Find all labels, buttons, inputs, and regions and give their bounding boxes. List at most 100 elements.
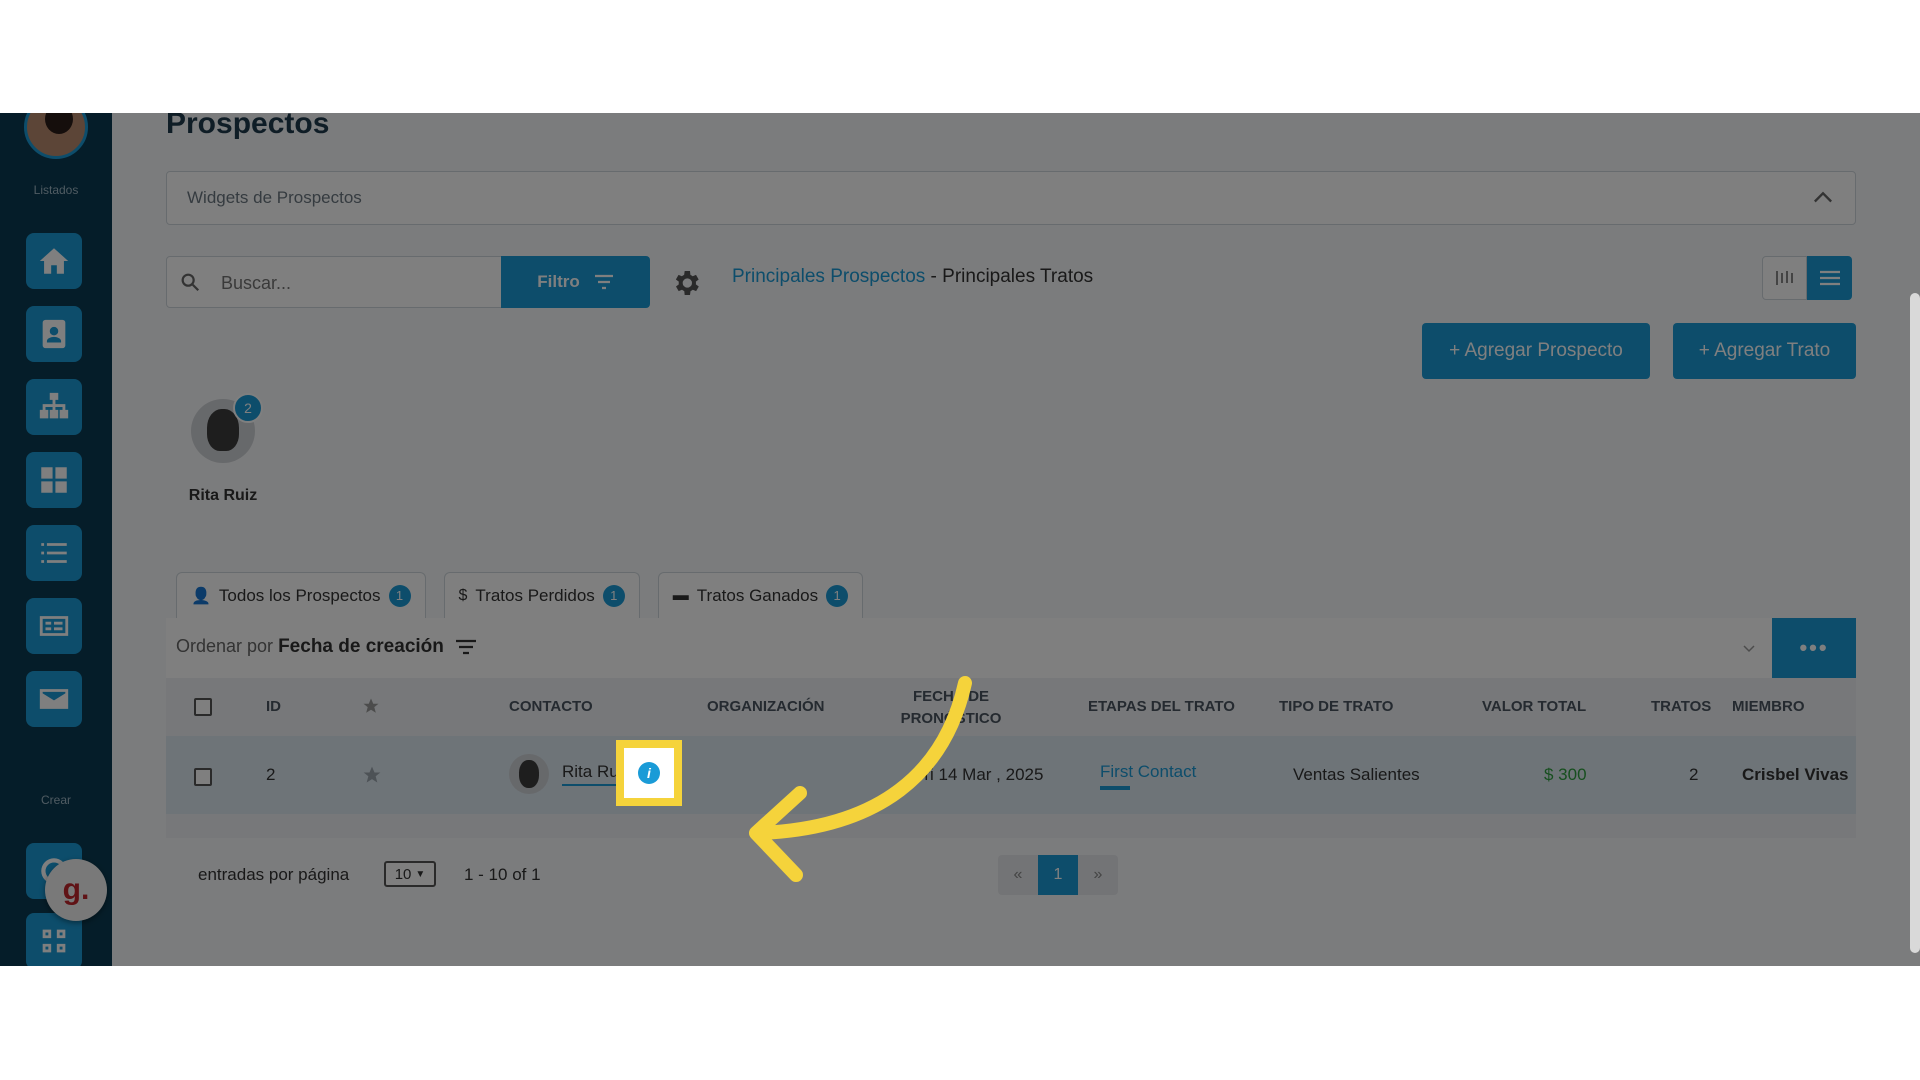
header-deal-stage: ETAPAS DEL TRATO bbox=[1088, 698, 1235, 715]
gear-icon[interactable] bbox=[670, 267, 702, 299]
app-frame: Listados Crear g. Prospectos Widgets de … bbox=[0, 113, 1920, 966]
header-id: ID bbox=[266, 698, 281, 715]
filter-label: Filtro bbox=[537, 272, 580, 291]
add-prospect-button[interactable]: + Agregar Prospecto bbox=[1422, 323, 1650, 379]
row-deals-count: 2 bbox=[1689, 765, 1699, 784]
header-deal-type: TIPO DE TRATO bbox=[1279, 698, 1394, 715]
tab-label: Tratos Ganados bbox=[696, 585, 819, 605]
sort-control[interactable]: Ordenar por Fecha de creación bbox=[176, 636, 477, 658]
sidebar-mail-button[interactable] bbox=[26, 671, 82, 727]
header-total-value: VALOR TOTAL bbox=[1482, 698, 1587, 715]
row-checkbox[interactable] bbox=[194, 768, 212, 786]
header-deals: TRATOS bbox=[1651, 698, 1712, 715]
sidebar-section-label: Listados bbox=[33, 183, 79, 197]
tab-won-deals[interactable]: ▬ Tratos Ganados 1 bbox=[657, 572, 864, 618]
member-card[interactable]: 2 Rita Ruiz bbox=[178, 393, 268, 505]
row-deal-type: Ventas Salientes bbox=[1293, 765, 1420, 784]
mail-icon bbox=[39, 689, 69, 709]
star-icon bbox=[363, 698, 379, 713]
card-icon: ▬ bbox=[672, 586, 689, 604]
org-chart-icon bbox=[39, 392, 69, 419]
tab-lost-deals[interactable]: $ Tratos Perdidos 1 bbox=[443, 572, 640, 618]
grid-icon bbox=[41, 467, 67, 493]
tab-count: 1 bbox=[602, 584, 625, 607]
sort-icon bbox=[455, 640, 476, 655]
per-page-select[interactable]: 10 ▼ bbox=[384, 861, 436, 887]
contact-avatar bbox=[509, 754, 549, 794]
table-header: ID CONTACTO ORGANIZACIÓN FECHA DE PRONÓST… bbox=[166, 678, 1856, 736]
scrollbar[interactable] bbox=[1910, 293, 1920, 953]
row-deal-stage[interactable]: First Contact bbox=[1100, 762, 1196, 782]
search-input[interactable] bbox=[221, 269, 481, 297]
header-member: MIEMBRO bbox=[1732, 698, 1805, 715]
contact-info-button[interactable]: i bbox=[616, 740, 682, 806]
sidebar-home-button[interactable] bbox=[26, 233, 82, 289]
member-avatar: 2 bbox=[191, 393, 263, 463]
prev-page-button[interactable]: « bbox=[998, 855, 1038, 895]
sort-field: Fecha de creación bbox=[278, 636, 444, 657]
pagination-bar: entradas por página 10 ▼ 1 - 10 of 1 « 1 … bbox=[112, 855, 1920, 895]
chevron-down-icon[interactable] bbox=[1742, 642, 1756, 656]
row-total-value: $ 300 bbox=[1544, 765, 1587, 784]
row-member: Crisbel Vivas bbox=[1742, 765, 1849, 784]
home-icon bbox=[39, 248, 69, 274]
tab-label: Todos los Prospectos bbox=[218, 585, 381, 605]
page-range: 1 - 10 of 1 bbox=[464, 865, 541, 884]
sidebar: Listados Crear g. bbox=[0, 113, 112, 966]
per-page-value: 10 bbox=[394, 865, 412, 883]
user-avatar[interactable] bbox=[24, 113, 88, 159]
add-deal-button[interactable]: + Agregar Trato bbox=[1673, 323, 1856, 379]
kanban-view-button[interactable] bbox=[1762, 256, 1807, 300]
list-view-button[interactable] bbox=[1807, 256, 1852, 300]
next-page-button[interactable]: » bbox=[1078, 855, 1118, 895]
table-row[interactable]: 2 Rita Ruiz Fri 14 Mar , 2025 First Cont… bbox=[166, 736, 1856, 814]
kanban-icon bbox=[1775, 271, 1793, 285]
more-options-button[interactable]: ••• bbox=[1772, 618, 1856, 678]
tutorial-arrow-icon bbox=[749, 676, 972, 882]
select-all-checkbox[interactable] bbox=[194, 698, 212, 716]
main-content: Prospectos Widgets de Prospectos Filtro … bbox=[112, 113, 1920, 966]
tab-all-prospects[interactable]: 👤 Todos los Prospectos 1 bbox=[176, 572, 426, 618]
tab-bar: 👤 Todos los Prospectos 1 $ Tratos Perdid… bbox=[176, 572, 864, 618]
info-icon: i bbox=[638, 762, 660, 784]
sidebar-org-button[interactable] bbox=[26, 379, 82, 435]
sidebar-dashboard-button[interactable] bbox=[26, 452, 82, 508]
brand-badge[interactable]: g. bbox=[45, 859, 107, 921]
table-footer bbox=[166, 814, 1856, 838]
widgets-panel[interactable]: Widgets de Prospectos bbox=[166, 171, 1856, 225]
breadcrumb-separator: - bbox=[925, 266, 943, 287]
view-toggle bbox=[1762, 256, 1852, 300]
page-button-current[interactable]: 1 bbox=[1038, 855, 1078, 895]
list-view-icon bbox=[1819, 270, 1840, 286]
sort-prefix: Ordenar por bbox=[176, 636, 274, 656]
stage-progress-bar bbox=[1100, 786, 1130, 790]
filter-button[interactable]: Filtro bbox=[501, 256, 650, 308]
person-icon: 👤 bbox=[191, 587, 211, 605]
breadcrumb-link-prospects[interactable]: Principales Prospectos bbox=[732, 266, 925, 287]
apps-icon bbox=[42, 929, 66, 953]
filter-icon bbox=[594, 274, 613, 290]
header-contact: CONTACTO bbox=[509, 698, 593, 715]
sort-bar: Ordenar por Fecha de creación ••• bbox=[166, 618, 1856, 678]
page-title: Prospectos bbox=[166, 113, 330, 140]
per-page-label: entradas por página bbox=[198, 865, 350, 884]
sidebar-contacts-button[interactable] bbox=[26, 306, 82, 362]
star-icon[interactable] bbox=[362, 765, 382, 785]
contact-card-icon bbox=[42, 319, 66, 349]
sidebar-invoice-button[interactable] bbox=[26, 598, 82, 654]
search-box bbox=[166, 256, 502, 308]
list-icon bbox=[41, 543, 67, 563]
widgets-label: Widgets de Prospectos bbox=[187, 188, 362, 207]
chevron-down-icon: ▼ bbox=[415, 868, 426, 880]
tab-count: 1 bbox=[388, 584, 411, 607]
tab-label: Tratos Perdidos bbox=[475, 585, 595, 605]
chevron-up-icon[interactable] bbox=[1809, 184, 1837, 212]
member-name: Rita Ruiz bbox=[188, 487, 258, 504]
dollar-icon: $ bbox=[458, 586, 468, 604]
breadcrumb-current: Principales Tratos bbox=[942, 266, 1094, 287]
tab-count: 1 bbox=[826, 584, 849, 607]
row-id: 2 bbox=[266, 765, 276, 784]
invoice-icon bbox=[39, 616, 69, 636]
deals-table: ID CONTACTO ORGANIZACIÓN FECHA DE PRONÓST… bbox=[166, 678, 1856, 838]
sidebar-list-button[interactable] bbox=[26, 525, 82, 581]
